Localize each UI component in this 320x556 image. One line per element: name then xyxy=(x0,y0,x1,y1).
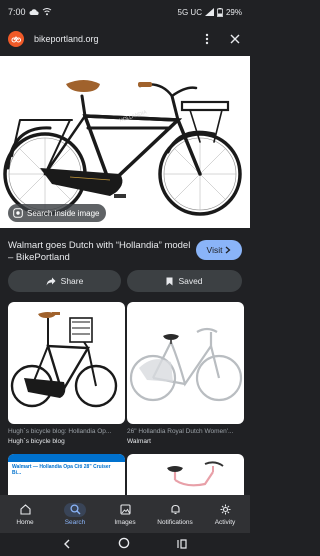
bike-logo-icon xyxy=(11,36,21,43)
related-source: Hugh`s bicycle blog xyxy=(8,438,65,445)
related-card[interactable]: Walmart — Hollandia Opa Citi 28" Cruiser… xyxy=(8,454,125,495)
site-favicon[interactable] xyxy=(8,31,24,47)
related-source: Walmart xyxy=(127,438,151,445)
search-icon xyxy=(64,502,86,517)
related-image xyxy=(127,454,244,495)
white-bike-thumbnail xyxy=(129,327,243,402)
nav-search[interactable]: Search xyxy=(50,495,100,533)
related-card[interactable]: 26" Hollandia Royal Dutch Women'... Walm… xyxy=(127,302,244,448)
lens-icon xyxy=(13,208,23,218)
close-icon xyxy=(230,34,240,44)
share-label: Share xyxy=(60,276,84,286)
nav-notifications-label: Notifications xyxy=(157,518,193,526)
signal-icon xyxy=(204,8,214,16)
share-button[interactable]: Share xyxy=(8,270,121,292)
visit-label: Visit xyxy=(206,245,223,255)
more-vert-icon xyxy=(205,33,209,45)
recents-icon xyxy=(177,538,187,549)
battery-icon xyxy=(217,7,223,17)
related-card[interactable]: Hugh`s bicycle blog: Hollandia Op... Hug… xyxy=(8,302,125,448)
dutch-bike-thumbnail xyxy=(10,312,118,408)
site-header: bikeportland.org xyxy=(0,26,250,52)
battery-label: 29% xyxy=(225,7,242,17)
pink-bike-thumbnail xyxy=(167,461,224,487)
more-options-button[interactable] xyxy=(200,32,214,46)
site-domain[interactable]: bikeportland.org xyxy=(34,34,99,44)
nav-notifications[interactable]: Notifications xyxy=(150,495,200,533)
svg-text:HOLLANDIA: HOLLANDIA xyxy=(119,109,148,124)
home-circle-icon xyxy=(118,537,130,548)
nav-images-label: Images xyxy=(114,518,136,526)
related-caption: 26" Hollandia Royal Dutch Women'... xyxy=(127,428,234,435)
bell-icon xyxy=(164,503,186,517)
bottom-navigation: Home Search Images Notifications Activit… xyxy=(0,495,250,533)
close-button[interactable] xyxy=(228,32,242,46)
related-card[interactable] xyxy=(127,454,244,495)
related-image: Walmart — Hollandia Opa Citi 28" Cruiser… xyxy=(8,454,125,495)
home-icon xyxy=(14,503,36,517)
screen: 7:00 5G UC 29% bikeportland.org HOLLANDI… xyxy=(0,0,250,556)
nav-home-label: Home xyxy=(16,518,34,526)
hero-image[interactable]: HOLLANDIA Search inside image xyxy=(0,56,250,228)
nav-search-label: Search xyxy=(64,518,86,526)
related-caption: Hugh`s bicycle blog: Hollandia Op... xyxy=(8,428,112,435)
walmart-header-bar xyxy=(8,454,125,462)
system-home-button[interactable] xyxy=(118,536,130,554)
wifi-calling-icon xyxy=(42,8,51,16)
saved-button[interactable]: Saved xyxy=(127,270,242,292)
share-icon xyxy=(46,277,56,285)
status-bar: 7:00 5G UC 29% xyxy=(0,0,250,24)
related-image xyxy=(127,302,244,424)
nav-activity-label: Activity xyxy=(214,518,236,526)
cloud-icon xyxy=(29,9,39,15)
visit-button[interactable]: Visit xyxy=(196,240,242,260)
nav-activity[interactable]: Activity xyxy=(200,495,250,533)
back-chevron-icon xyxy=(64,539,70,548)
images-icon xyxy=(114,503,136,517)
nav-images[interactable]: Images xyxy=(100,495,150,533)
system-recents-button[interactable] xyxy=(177,536,187,554)
related-image xyxy=(8,302,125,424)
result-title[interactable]: Walmart goes Dutch with “Hollandia” mode… xyxy=(8,240,193,264)
network-label: 5G UC xyxy=(177,7,202,17)
walmart-thumbnail-text: Walmart — Hollandia Opa Citi 28" Cruiser… xyxy=(12,464,111,476)
search-inside-image-chip[interactable]: Search inside image xyxy=(8,204,107,222)
system-navigation xyxy=(0,533,250,556)
bicycle-photo: HOLLANDIA xyxy=(3,80,242,216)
activity-icon xyxy=(214,503,236,517)
nav-home[interactable]: Home xyxy=(0,495,50,533)
system-back-button[interactable] xyxy=(63,536,71,554)
chevron-right-icon xyxy=(226,246,231,254)
bookmark-filled-icon xyxy=(166,277,173,285)
clock: 7:00 xyxy=(8,7,26,17)
saved-label: Saved xyxy=(178,276,203,286)
search-inside-image-label: Search inside image xyxy=(27,208,100,218)
